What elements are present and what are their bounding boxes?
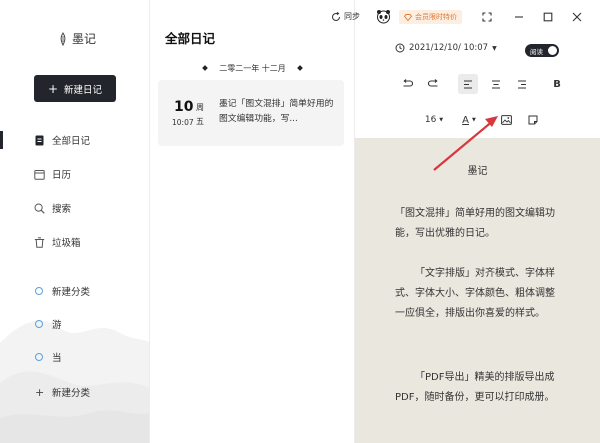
- caret-down-icon: ▼: [492, 44, 497, 52]
- category-dot-icon: [35, 320, 43, 328]
- sync-button[interactable]: 同步: [331, 11, 360, 22]
- sidebar-item-calendar[interactable]: 日历: [0, 163, 149, 185]
- panda-avatar-icon[interactable]: [376, 9, 391, 24]
- caret-down-icon: ▼: [439, 117, 444, 123]
- content-title: 墨记: [467, 166, 488, 177]
- caret-down-icon: ▼: [471, 117, 476, 123]
- read-mode-label: 阅读: [530, 47, 543, 56]
- vip-label: 会员限时特价: [415, 13, 457, 21]
- font-color-label: A: [462, 114, 469, 126]
- diamond-vip-icon: [404, 13, 412, 21]
- font-size-selector[interactable]: 16 ▼: [421, 110, 447, 130]
- sticky-note-icon: [528, 115, 538, 125]
- list-title: 全部日记: [165, 31, 216, 46]
- add-category-button[interactable]: + 新建分类: [0, 381, 149, 403]
- category-dot-icon: [35, 353, 43, 361]
- category-dot-icon: [35, 287, 43, 295]
- sidebar-item-label: 垃圾箱: [52, 238, 81, 249]
- entry-day: 10: [174, 99, 194, 115]
- redo-icon: [427, 79, 438, 87]
- sidebar-item-label: 搜索: [52, 204, 72, 215]
- entry-datetime-selector[interactable]: 2021/12/10/ 10:07 ▼: [395, 43, 497, 53]
- calendar-icon: [34, 169, 45, 180]
- undo-icon: [402, 79, 413, 87]
- sync-label: 同步: [344, 12, 360, 21]
- content-paragraph: 「PDF导出」精美的排版导出成PDF，随时备份，更可以打印成册。: [395, 372, 555, 403]
- new-diary-button[interactable]: + 新建日记: [34, 75, 116, 102]
- plus-icon: +: [47, 81, 59, 96]
- category-label: 当: [52, 353, 62, 364]
- bold-label: B: [553, 78, 561, 90]
- app-name: 墨记: [72, 32, 97, 46]
- maximize-icon[interactable]: [542, 11, 554, 23]
- add-category-label: 新建分类: [52, 388, 91, 399]
- app-logo: 墨记: [58, 30, 96, 47]
- content-paragraph: 「图文混排」简单好用的图文编辑功能，写出优雅的日记。: [395, 208, 555, 239]
- sync-icon: [332, 11, 340, 21]
- entry-weekday: 周五: [196, 103, 204, 126]
- vip-promo-badge[interactable]: 会员限时特价: [399, 10, 462, 24]
- insert-note-button[interactable]: [523, 110, 543, 130]
- sidebar-item-label: 全部日记: [52, 136, 91, 147]
- date-group-label: 二零二一年 十二月: [219, 64, 286, 73]
- align-center-icon: [492, 80, 500, 88]
- sidebar-item-all-diaries[interactable]: 全部日记: [0, 129, 149, 151]
- font-color-selector[interactable]: A ▼: [456, 110, 482, 130]
- insert-toolbar: 16 ▼ A ▼: [355, 110, 600, 132]
- editor-panel: 同步 会员限时特价 2021/12/10/ 10:07 ▼ 阅读 B 16 ▼ …: [332, 0, 600, 443]
- align-left-button[interactable]: [458, 74, 478, 94]
- diamond-icon: [296, 65, 303, 71]
- entry-datetime: 2021/12/10/ 10:07: [409, 43, 489, 53]
- toggle-knob: [548, 46, 557, 55]
- entry-preview: 墨记「图文混排」简单好用的图文编辑功能，写...: [219, 99, 334, 124]
- sidebar-category-you[interactable]: 游: [0, 313, 149, 335]
- sidebar-category-new[interactable]: 新建分类: [0, 280, 149, 302]
- image-icon: [500, 115, 512, 125]
- entry-time: 10:07: [172, 118, 194, 127]
- sidebar-item-trash[interactable]: 垃圾箱: [0, 231, 149, 253]
- new-diary-label: 新建日记: [64, 84, 103, 96]
- category-label: 新建分类: [52, 287, 91, 298]
- note-icon: [35, 135, 44, 145]
- editor-content-area[interactable]: 墨记 「图文混排」简单好用的图文编辑功能，写出优雅的日记。 「文字排版」对齐模式…: [355, 138, 600, 443]
- align-center-button[interactable]: [486, 74, 506, 94]
- bold-button[interactable]: B: [547, 74, 567, 94]
- ink-pen-icon: [60, 31, 66, 46]
- read-mode-toggle[interactable]: 阅读: [525, 44, 559, 57]
- close-icon[interactable]: [571, 11, 583, 23]
- sidebar-item-search[interactable]: 搜索: [0, 197, 149, 219]
- minimize-icon[interactable]: [513, 11, 525, 23]
- category-label: 游: [52, 320, 62, 331]
- trash-icon: [34, 236, 45, 248]
- title-bar: 同步 会员限时特价: [332, 0, 600, 34]
- format-toolbar: B: [355, 74, 600, 96]
- sidebar-category-dang[interactable]: 当: [0, 346, 149, 368]
- align-right-button[interactable]: [512, 74, 532, 94]
- align-right-icon: [518, 80, 526, 88]
- sidebar-item-label: 日历: [52, 170, 72, 181]
- date-group-header: 二零二一年 十二月: [150, 63, 355, 74]
- clock-icon: [395, 43, 405, 53]
- sidebar: 墨记 + 新建日记 全部日记 日历 搜索 垃圾箱 新建分类 游 当 + 新建分类: [0, 0, 150, 443]
- font-size-value: 16: [424, 115, 437, 125]
- diary-list-panel: 全部日记 二零二一年 十二月 10 周五 10:07 墨记「图文混排」简单好用的…: [150, 0, 355, 443]
- insert-image-button[interactable]: [496, 110, 516, 130]
- diary-entry-card[interactable]: 10 周五 10:07 墨记「图文混排」简单好用的图文编辑功能，写...: [158, 80, 344, 146]
- fullscreen-icon[interactable]: [481, 11, 493, 23]
- diamond-icon: [202, 65, 209, 71]
- content-paragraph: 「文字排版」对齐模式、字体样式、字体大小、字体颜色、粗体调整一应俱全，排版出你喜…: [395, 268, 555, 319]
- undo-button[interactable]: [397, 74, 417, 94]
- align-left-icon: [464, 80, 472, 88]
- plus-icon: +: [35, 385, 45, 399]
- search-icon: [34, 203, 45, 214]
- redo-button[interactable]: [423, 74, 443, 94]
